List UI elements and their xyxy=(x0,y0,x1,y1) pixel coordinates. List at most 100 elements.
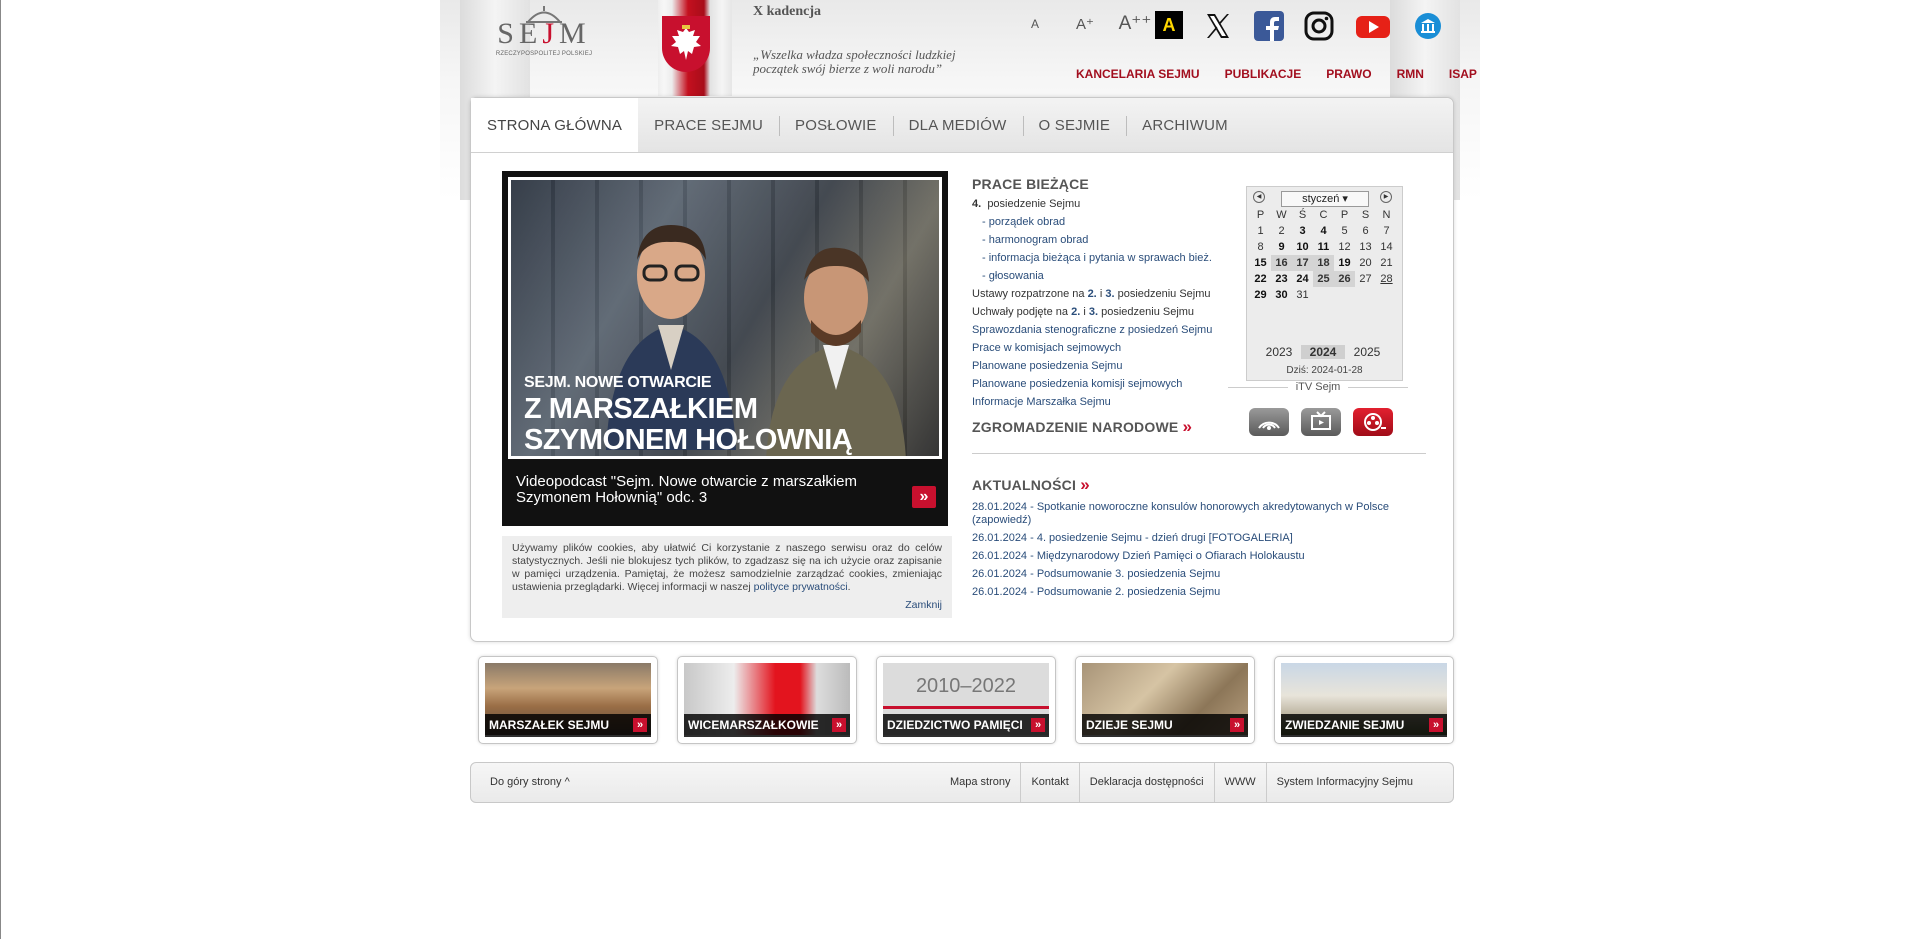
cookie-close-button[interactable]: Zamknij xyxy=(905,599,942,612)
calendar-day[interactable]: 11 xyxy=(1313,239,1334,255)
tab-strona-glowna[interactable]: STRONA GŁÓWNA xyxy=(471,98,639,152)
calendar-day[interactable]: 17 xyxy=(1292,255,1313,271)
header-link-prawo[interactable]: PRAWO xyxy=(1326,67,1371,81)
featured-video[interactable]: SEJM. NOWE OTWARCIE Z MARSZAŁKIEM SZYMON… xyxy=(502,171,948,526)
video-more-button[interactable]: » xyxy=(912,486,936,508)
current-work-heading[interactable]: PRACE BIEŻĄCE xyxy=(972,176,1222,192)
prev-month-icon[interactable]: ◀ xyxy=(1253,191,1265,203)
calendar-day[interactable]: 19 xyxy=(1334,255,1355,271)
sejm-logo[interactable]: SEJM RZECZYPOSPOLITEJ POLSKIEJ xyxy=(493,5,595,81)
link-harmonogram[interactable]: - harmonogram obrad xyxy=(972,231,1222,249)
arrow-right-icon: » xyxy=(832,718,846,732)
calendar-today-bar: Dziś: 2024-01-28 xyxy=(1246,364,1403,381)
tile-dzieje[interactable]: DZIEJE SEJMU » xyxy=(1075,656,1255,744)
tile-dziedzictwo[interactable]: 2010–2022 DZIEDZICTWO PAMIĘCI » xyxy=(876,656,1056,744)
next-month-icon[interactable]: ▶ xyxy=(1380,191,1392,203)
zgromadzenie-link[interactable]: ZGROMADZENIE NARODOWE » xyxy=(972,417,1222,437)
calendar-day: 13 xyxy=(1359,241,1372,253)
news-item[interactable]: 28.01.2024 - Spotkanie noworoczne konsul… xyxy=(972,501,1422,527)
link-sprawozdania[interactable]: Sprawozdania stenograficzne z posiedzeń … xyxy=(972,321,1222,339)
tile-marszalek[interactable]: MARSZAŁEK SEJMU » xyxy=(478,656,658,744)
link-porzadek-obrad[interactable]: - porządek obrad xyxy=(972,213,1222,231)
month-select[interactable]: styczeń ▾ xyxy=(1281,191,1369,207)
tile-wicemarszalkowie[interactable]: WICEMARSZAŁKOWIE » xyxy=(677,656,857,744)
itv-live-button[interactable] xyxy=(1249,408,1289,436)
tab-prace-sejmu[interactable]: PRACE SEJMU xyxy=(638,98,779,152)
calendar: ◀ styczeń ▾ ▶ PWŚCPSN 1 2 3 4 5 6 7 8 9 … xyxy=(1246,186,1403,366)
broadcast-icon xyxy=(1258,421,1280,430)
link-planowane-komisje[interactable]: Planowane posiedzenia komisji sejmowych xyxy=(972,375,1222,393)
tile-years: 2010–2022 xyxy=(915,675,1017,697)
font-medium-button[interactable]: A⁺ xyxy=(1060,15,1110,33)
news-item[interactable]: 26.01.2024 - Międzynarodowy Dzień Pamięc… xyxy=(972,550,1422,563)
museum-icon[interactable] xyxy=(1413,11,1443,41)
header-link-kancelaria[interactable]: KANCELARIA SEJMU xyxy=(1076,67,1200,81)
year-2023[interactable]: 2023 xyxy=(1257,345,1301,359)
font-small-button[interactable]: A xyxy=(1010,17,1060,31)
itv-tv-button[interactable] xyxy=(1301,408,1341,436)
calendar-day[interactable]: 30 xyxy=(1271,287,1292,303)
footer-link-deklaracja[interactable]: Deklaracja dostępności xyxy=(1078,763,1214,802)
calendar-day: 31 xyxy=(1296,289,1309,301)
video-thumbnail[interactable]: SEJM. NOWE OTWARCIE Z MARSZAŁKIEM SZYMON… xyxy=(508,177,942,459)
video-caption[interactable]: Videopodcast "Sejm. Nowe otwarcie z mars… xyxy=(516,474,896,506)
header-link-isap[interactable]: ISAP xyxy=(1449,67,1477,81)
tile-label: MARSZAŁEK SEJMU xyxy=(489,718,610,732)
cookie-text: Używamy plików cookies, aby ułatwić Ci k… xyxy=(512,542,942,593)
footer-link-kontakt[interactable]: Kontakt xyxy=(1020,763,1078,802)
tab-o-sejmie[interactable]: O SEJMIE xyxy=(1022,98,1127,152)
year-2025[interactable]: 2025 xyxy=(1345,345,1389,359)
news-item[interactable]: 26.01.2024 - 4. posiedzenie Sejmu - dzie… xyxy=(972,532,1422,545)
news-item[interactable]: 26.01.2024 - Podsumowanie 2. posiedzenia… xyxy=(972,586,1422,599)
itv-archive-button[interactable] xyxy=(1353,408,1393,436)
main-nav: STRONA GŁÓWNA PRACE SEJMU POSŁOWIE DLA M… xyxy=(471,98,1453,153)
news-heading[interactable]: AKTUALNOŚCI » xyxy=(972,475,1422,495)
footer-link-mapa[interactable]: Mapa strony xyxy=(940,763,1021,802)
calendar-day[interactable]: 18 xyxy=(1313,255,1334,271)
tile-zwiedzanie[interactable]: ZWIEDZANIE SEJMU » xyxy=(1274,656,1454,744)
calendar-day[interactable]: 29 xyxy=(1250,287,1271,303)
link-glosowania[interactable]: - głosowania xyxy=(972,267,1222,285)
calendar-day[interactable]: 22 xyxy=(1250,271,1271,287)
arrow-right-icon: » xyxy=(1230,718,1244,732)
tab-archiwum[interactable]: ARCHIWUM xyxy=(1126,98,1244,152)
link-prace-komisji[interactable]: Prace w komisjach sejmowych xyxy=(972,339,1222,357)
video-title-small: SEJM. NOWE OTWARCIE xyxy=(524,374,712,391)
logo-subtitle: RZECZYPOSPOLITEJ POLSKIEJ xyxy=(495,51,593,57)
high-contrast-button[interactable]: A xyxy=(1155,11,1183,39)
itv-section: iTV Sejm xyxy=(1228,381,1408,393)
session-number: 4. xyxy=(972,198,982,210)
calendar-day[interactable]: 10 xyxy=(1292,239,1313,255)
header-link-publikacje[interactable]: PUBLIKACJE xyxy=(1225,67,1302,81)
footer-link-system-informacyjny[interactable]: System Informacyjny Sejmu xyxy=(1265,763,1453,802)
news-item[interactable]: 26.01.2024 - Podsumowanie 3. posiedzenia… xyxy=(972,568,1422,581)
calendar-day[interactable]: 23 xyxy=(1271,271,1292,287)
tab-dla-mediow[interactable]: DLA MEDIÓW xyxy=(892,98,1023,152)
back-to-top-link[interactable]: Do góry strony ^ xyxy=(490,776,570,788)
year-2024[interactable]: 2024 xyxy=(1301,345,1345,359)
calendar-day[interactable]: 25 xyxy=(1313,271,1334,287)
tv-icon xyxy=(1311,411,1331,430)
calendar-day[interactable]: 4 xyxy=(1313,223,1334,239)
instagram-icon[interactable] xyxy=(1304,11,1334,41)
header-link-rmn[interactable]: RMN xyxy=(1397,67,1424,81)
calendar-day[interactable]: 15 xyxy=(1250,255,1271,271)
link-informacja-biezaca[interactable]: - informacja bieżąca i pytania w sprawac… xyxy=(972,249,1222,267)
main-content: STRONA GŁÓWNA PRACE SEJMU POSŁOWIE DLA M… xyxy=(470,97,1454,642)
calendar-day-today[interactable]: 28 xyxy=(1376,271,1397,287)
x-icon[interactable] xyxy=(1203,11,1233,41)
film-reel-icon xyxy=(1364,413,1386,431)
font-large-button[interactable]: A⁺⁺ xyxy=(1110,12,1160,35)
link-informacje-marszalka[interactable]: Informacje Marszałka Sejmu xyxy=(972,393,1222,411)
calendar-day[interactable]: 3 xyxy=(1292,223,1313,239)
calendar-day[interactable]: 24 xyxy=(1292,271,1313,287)
tab-poslowie[interactable]: POSŁOWIE xyxy=(779,98,893,152)
link-planowane-posiedzenia[interactable]: Planowane posiedzenia Sejmu xyxy=(972,357,1222,375)
calendar-day[interactable]: 9 xyxy=(1271,239,1292,255)
privacy-policy-link[interactable]: polityce prywatności xyxy=(754,581,848,593)
youtube-icon[interactable] xyxy=(1355,11,1391,41)
footer-link-www[interactable]: WWW xyxy=(1213,763,1266,802)
calendar-day[interactable]: 26 xyxy=(1334,271,1355,287)
calendar-day[interactable]: 16 xyxy=(1271,255,1292,271)
facebook-icon[interactable] xyxy=(1254,11,1284,41)
